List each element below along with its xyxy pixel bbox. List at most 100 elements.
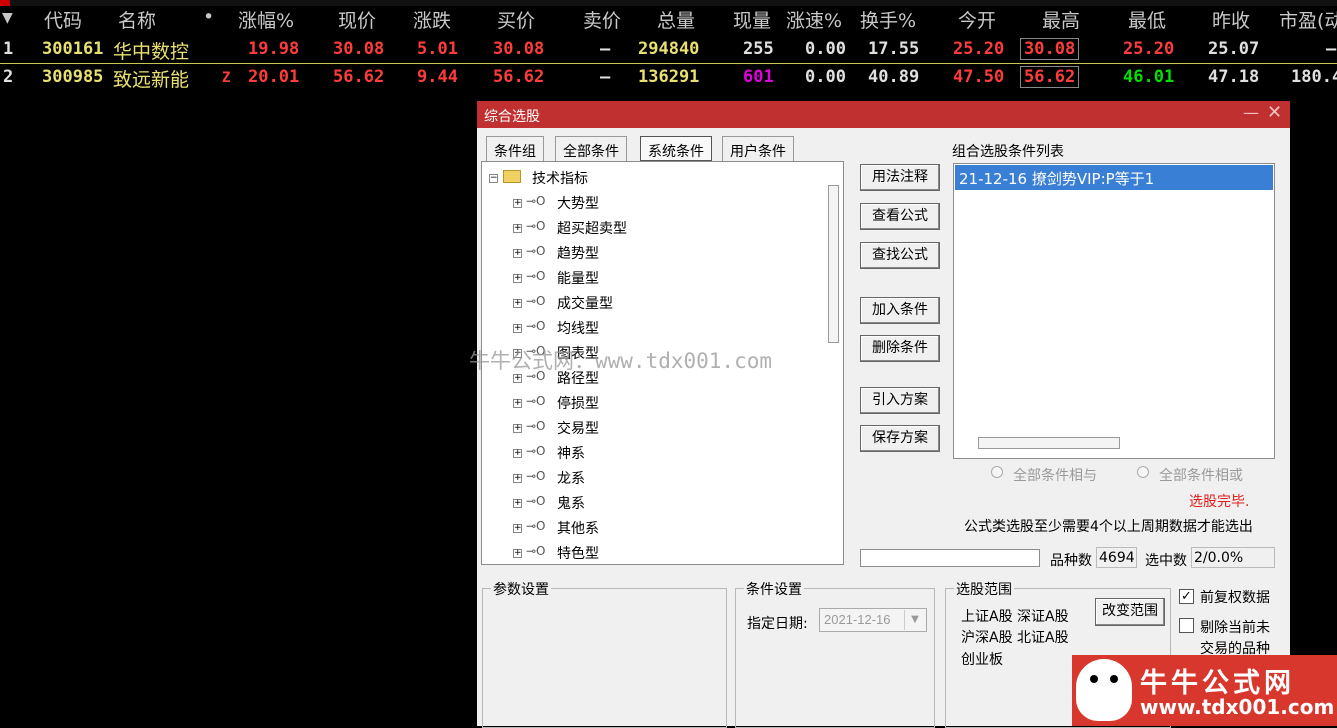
- list-item[interactable]: 21-12-16 撩剑势VIP:P等于1: [955, 165, 1273, 190]
- tab-condition-group[interactable]: 条件组: [486, 136, 544, 161]
- sort-arrow-icon[interactable]: ▼: [2, 10, 13, 26]
- expand-icon[interactable]: +: [513, 224, 522, 233]
- range-line: 上证A股 深证A股: [961, 609, 1069, 625]
- expand-icon[interactable]: +: [513, 399, 522, 408]
- date-select[interactable]: 2021-12-16 ▼: [819, 608, 927, 632]
- tab-system-conditions[interactable]: 系统条件: [640, 136, 712, 161]
- tree-node-root[interactable]: − 技术指标: [482, 168, 822, 193]
- tab-user-conditions[interactable]: 用户条件: [722, 136, 794, 161]
- expand-icon[interactable]: +: [513, 199, 522, 208]
- add-condition-button[interactable]: 加入条件: [860, 297, 940, 324]
- chevron-down-icon[interactable]: ▼: [904, 610, 925, 630]
- tree-node[interactable]: + ⊸O 交易型: [482, 418, 822, 443]
- tree-node[interactable]: + ⊸O 超买超卖型: [482, 218, 822, 243]
- tab-all-conditions[interactable]: 全部条件: [555, 136, 627, 161]
- view-formula-button[interactable]: 查看公式: [860, 203, 940, 230]
- condition-list[interactable]: 21-12-16 撩剑势VIP:P等于1: [953, 163, 1275, 459]
- col-header[interactable]: 名称: [118, 6, 156, 33]
- exclude-label: 剔除当前未: [1200, 620, 1270, 636]
- col-header[interactable]: 今开: [958, 6, 996, 33]
- col-header[interactable]: 换手%: [860, 6, 916, 33]
- expand-icon[interactable]: +: [513, 474, 522, 483]
- import-plan-button[interactable]: 引入方案: [860, 387, 940, 414]
- radio-or[interactable]: [1137, 466, 1149, 478]
- close-icon[interactable]: ✕: [1267, 102, 1282, 123]
- col-header[interactable]: 市盈(动: [1279, 6, 1337, 33]
- tree-node[interactable]: + ⊸O 大势型: [482, 193, 822, 218]
- price: 30.08: [333, 39, 385, 59]
- tree-node[interactable]: + ⊸O 趋势型: [482, 243, 822, 268]
- col-header[interactable]: 现价: [338, 6, 376, 33]
- col-header[interactable]: 涨幅%: [238, 6, 294, 33]
- expand-icon[interactable]: +: [513, 424, 522, 433]
- volume: 294840: [638, 39, 700, 59]
- delete-condition-button[interactable]: 删除条件: [860, 335, 940, 362]
- key-icon: ⊸O: [526, 544, 546, 558]
- tree-node[interactable]: + ⊸O 停损型: [482, 393, 822, 418]
- tree-node-label: 交易型: [557, 421, 599, 437]
- pe: 180.4: [1291, 67, 1337, 87]
- expand-icon[interactable]: +: [513, 499, 522, 508]
- tree-node[interactable]: + ⊸O 鬼系: [482, 493, 822, 518]
- tree-node-label: 其他系: [557, 521, 599, 537]
- col-header[interactable]: 最高: [1042, 6, 1080, 33]
- quote-table-header: ▼ 代码 名称 • 涨幅% 现价 涨跌 买价 卖价 总量 现量 涨速% 换手% …: [0, 6, 1337, 36]
- bid: 56.62: [493, 67, 545, 87]
- radio-and[interactable]: [991, 466, 1003, 478]
- tree-node[interactable]: + ⊸O 均线型: [482, 318, 822, 343]
- adjust-checkbox[interactable]: ✓: [1179, 589, 1194, 604]
- col-header[interactable]: 现量: [733, 6, 771, 33]
- expand-icon[interactable]: +: [513, 549, 522, 558]
- flag-marker: Z: [222, 70, 231, 86]
- table-row[interactable]: 2 300985 致远新能 Z 20.01 56.62 9.44 56.62 —…: [0, 66, 1337, 92]
- key-icon: ⊸O: [526, 494, 546, 508]
- low: 46.01: [1123, 67, 1175, 87]
- tree-node[interactable]: + ⊸O 其他系: [482, 518, 822, 543]
- col-header[interactable]: 昨收: [1212, 6, 1250, 33]
- find-formula-button[interactable]: 查找公式: [860, 242, 940, 269]
- col-header[interactable]: 涨跌: [413, 6, 451, 33]
- expand-icon[interactable]: +: [513, 299, 522, 308]
- prev-close: 25.07: [1208, 39, 1260, 59]
- param-settings-title: 参数设置: [491, 579, 551, 599]
- exclude-checkbox[interactable]: [1179, 618, 1194, 633]
- col-header[interactable]: 最低: [1128, 6, 1166, 33]
- usage-notes-button[interactable]: 用法注释: [860, 164, 940, 191]
- status-text: 选股完毕.: [1189, 494, 1250, 510]
- save-plan-button[interactable]: 保存方案: [860, 425, 940, 452]
- tree-node[interactable]: + ⊸O 成交量型: [482, 293, 822, 318]
- table-row[interactable]: 1 300161 华中数控 19.98 30.08 5.01 30.08 — 2…: [0, 38, 1337, 64]
- tree-scrollbar[interactable]: [828, 185, 839, 343]
- key-icon: ⊸O: [526, 269, 546, 283]
- expand-icon[interactable]: +: [513, 374, 522, 383]
- expand-icon[interactable]: +: [513, 274, 522, 283]
- tree-node[interactable]: + ⊸O 神系: [482, 443, 822, 468]
- radio-or-label: 全部条件相或: [1159, 468, 1243, 484]
- col-header[interactable]: 买价: [497, 6, 535, 33]
- change-range-button[interactable]: 改变范围: [1095, 598, 1165, 626]
- adjust-label: 前复权数据: [1200, 590, 1270, 606]
- col-header[interactable]: 卖价: [583, 6, 621, 33]
- watermark: 牛牛公式网：www.tdx001.com: [469, 349, 773, 373]
- current-volume: 601: [743, 67, 774, 87]
- tree-node-label: 龙系: [557, 471, 585, 487]
- minimize-icon[interactable]: —: [1243, 103, 1259, 122]
- tree-node-label: 均线型: [557, 321, 599, 337]
- dialog-titlebar[interactable]: 综合选股 — ✕: [477, 101, 1290, 128]
- stock-code: 300161: [42, 39, 104, 59]
- col-header[interactable]: 总量: [657, 6, 695, 33]
- expand-icon[interactable]: +: [513, 249, 522, 258]
- tree-node[interactable]: + ⊸O 特色型: [482, 543, 822, 564]
- key-icon: ⊸O: [526, 469, 546, 483]
- expand-icon[interactable]: +: [513, 449, 522, 458]
- tree-node[interactable]: + ⊸O 龙系: [482, 468, 822, 493]
- expand-icon[interactable]: +: [513, 524, 522, 533]
- expand-icon[interactable]: +: [513, 324, 522, 333]
- col-header[interactable]: 代码: [44, 6, 82, 33]
- low: 25.20: [1123, 39, 1175, 59]
- tree-node[interactable]: + ⊸O 能量型: [482, 268, 822, 293]
- condition-list-title: 组合选股条件列表: [952, 144, 1064, 160]
- list-scrollbar[interactable]: [978, 437, 1120, 449]
- col-header[interactable]: 涨速%: [786, 6, 842, 33]
- collapse-icon[interactable]: −: [489, 174, 498, 183]
